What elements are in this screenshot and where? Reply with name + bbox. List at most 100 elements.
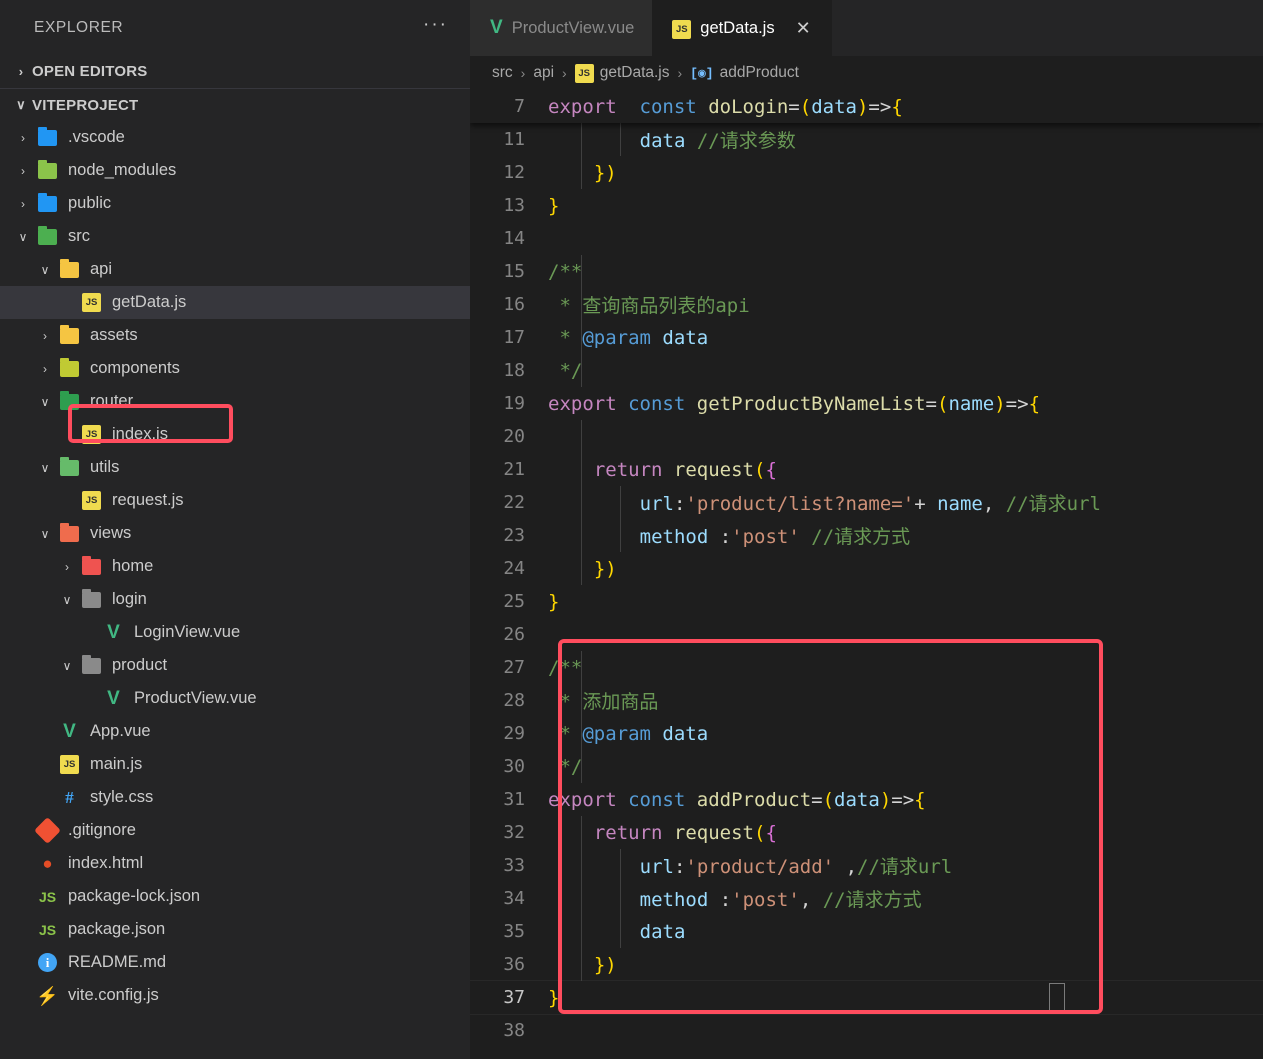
- tree-item-api[interactable]: ∨ api: [0, 253, 470, 286]
- bracket-match-highlight: [1049, 983, 1065, 1012]
- tree-item-package-lock-json[interactable]: JS package-lock.json: [0, 880, 470, 913]
- code-line[interactable]: 22 url:'product/list?name='+ name, //请求u…: [470, 486, 1263, 519]
- code-line[interactable]: 14: [470, 222, 1263, 255]
- code-line[interactable]: 26: [470, 618, 1263, 651]
- tree-item-label: package.json: [68, 920, 166, 938]
- breadcrumb-item-addproduct[interactable]: [◉] addProduct: [690, 64, 799, 82]
- code-line[interactable]: 29 * @param data: [470, 717, 1263, 750]
- code-line[interactable]: 19 export const getProductByNameList=(nam…: [470, 387, 1263, 420]
- sidebar-section-open-editors[interactable]: › OPEN EDITORS: [0, 55, 470, 88]
- chevron-right-icon[interactable]: ›: [12, 197, 34, 211]
- tree-item-readme-md[interactable]: i README.md: [0, 946, 470, 979]
- tree-item-label: App.vue: [90, 722, 151, 740]
- tree-item-components[interactable]: › components: [0, 352, 470, 385]
- tree-item-style-css[interactable]: # style.css: [0, 781, 470, 814]
- tree-item-src[interactable]: ∨ src: [0, 220, 470, 253]
- breadcrumb-label: addProduct: [719, 64, 799, 81]
- breadcrumb-item-getdata-js[interactable]: JS getData.js: [574, 63, 670, 83]
- chevron-down-icon[interactable]: ∨: [34, 395, 56, 409]
- tree-item-assets[interactable]: › assets: [0, 319, 470, 352]
- code-text: data: [639, 920, 686, 943]
- folder-src-icon: [34, 225, 61, 245]
- chevron-down-icon[interactable]: ∨: [12, 230, 34, 244]
- indent-guide: [581, 651, 582, 783]
- json-file-icon: JS: [38, 921, 57, 938]
- tree-item--gitignore[interactable]: .gitignore: [0, 814, 470, 847]
- code-text: */: [559, 359, 583, 382]
- code-line[interactable]: 12 }): [470, 156, 1263, 189]
- code-line[interactable]: 16 * 查询商品列表的api: [470, 288, 1263, 321]
- code-line[interactable]: 18 */: [470, 354, 1263, 387]
- code-line[interactable]: 31 export const addProduct=(data)=>{: [470, 783, 1263, 816]
- tree-item-views[interactable]: ∨ views: [0, 517, 470, 550]
- chevron-down-icon[interactable]: ∨: [34, 263, 56, 277]
- tree-item-label: components: [90, 359, 180, 377]
- tree-item-label: api: [90, 260, 113, 278]
- tree-item-router[interactable]: ∨ router: [0, 385, 470, 418]
- line-number: 22: [503, 492, 525, 513]
- more-actions-icon[interactable]: ···: [419, 15, 452, 40]
- chevron-right-icon[interactable]: ›: [56, 560, 78, 574]
- code-line[interactable]: 25}: [470, 585, 1263, 618]
- breadcrumb-label: src: [492, 64, 513, 81]
- code-line[interactable]: 27 /**: [470, 651, 1263, 684]
- chevron-down-icon[interactable]: ∨: [34, 461, 56, 475]
- code-line[interactable]: 17 * @param data: [470, 321, 1263, 354]
- chevron-down-icon[interactable]: ∨: [56, 659, 78, 673]
- tree-item-public[interactable]: › public: [0, 187, 470, 220]
- code-line[interactable]: 24 }): [470, 552, 1263, 585]
- tree-item-label: assets: [90, 326, 138, 344]
- sidebar-section-viteproject[interactable]: ∨ VITEPROJECT: [0, 88, 470, 121]
- line-number: 11: [503, 129, 525, 150]
- tree-item--vscode[interactable]: › .vscode: [0, 121, 470, 154]
- js-file-icon: JS: [574, 63, 594, 83]
- chevron-right-icon[interactable]: ›: [12, 164, 34, 178]
- tree-item-label: public: [68, 194, 112, 212]
- code-line[interactable]: 37}: [470, 980, 1263, 1015]
- code-line[interactable]: 35 data: [470, 915, 1263, 948]
- code-line[interactable]: 20: [470, 420, 1263, 453]
- code-line[interactable]: 30 */: [470, 750, 1263, 783]
- breadcrumb-item-src[interactable]: src: [492, 64, 513, 82]
- code-line[interactable]: 33 url:'product/add' ,//请求url: [470, 849, 1263, 882]
- tree-item-home[interactable]: › home: [0, 550, 470, 583]
- line-number: 15: [503, 261, 525, 282]
- code-line[interactable]: 36 }): [470, 948, 1263, 981]
- tree-item-package-json[interactable]: JS package.json: [0, 913, 470, 946]
- code-line[interactable]: 21 return request({: [470, 453, 1263, 486]
- chevron-down-icon[interactable]: ∨: [56, 593, 78, 607]
- code-line[interactable]: 11 data //请求参数: [470, 123, 1263, 156]
- code-line[interactable]: 38: [470, 1014, 1263, 1047]
- close-icon[interactable]: ✕: [793, 17, 814, 39]
- tree-item-getdata-js[interactable]: JS getData.js: [0, 286, 470, 319]
- code-text: }: [548, 194, 560, 217]
- tree-item-utils[interactable]: ∨ utils: [0, 451, 470, 484]
- tree-item-node-modules[interactable]: › node_modules: [0, 154, 470, 187]
- code-line[interactable]: 23 method :'post' //请求方式: [470, 519, 1263, 552]
- tree-item-vite-config-js[interactable]: ⚡ vite.config.js: [0, 979, 470, 1012]
- tree-item-productview-vue[interactable]: V ProductView.vue: [0, 682, 470, 715]
- chevron-down-icon[interactable]: ∨: [34, 527, 56, 541]
- tab-productview-vue[interactable]: V ProductView.vue: [470, 0, 653, 56]
- chevron-right-icon[interactable]: ›: [34, 362, 56, 376]
- code-line[interactable]: 32 return request({: [470, 816, 1263, 849]
- tree-item-request-js[interactable]: JS request.js: [0, 484, 470, 517]
- code-line[interactable]: 34 method :'post', //请求方式: [470, 882, 1263, 915]
- tab-getdata-js[interactable]: JS getData.js ✕: [652, 0, 832, 56]
- tree-item-login[interactable]: ∨ login: [0, 583, 470, 616]
- code-line[interactable]: 28 * 添加商品: [470, 684, 1263, 717]
- code-line[interactable]: 15 /**: [470, 255, 1263, 288]
- tree-item-main-js[interactable]: JS main.js: [0, 748, 470, 781]
- code-editor[interactable]: 7 export const doLogin=(data)=>{11 data /…: [470, 90, 1263, 1059]
- code-line[interactable]: 13}: [470, 189, 1263, 222]
- tree-item-index-html[interactable]: ● index.html: [0, 847, 470, 880]
- code-text: * @param data: [548, 722, 709, 745]
- tree-item-app-vue[interactable]: V App.vue: [0, 715, 470, 748]
- tree-item-index-js[interactable]: JS index.js: [0, 418, 470, 451]
- breadcrumb-item-api[interactable]: api: [533, 64, 554, 82]
- chevron-right-icon[interactable]: ›: [12, 131, 34, 145]
- tree-item-label: .vscode: [68, 128, 125, 146]
- tree-item-loginview-vue[interactable]: V LoginView.vue: [0, 616, 470, 649]
- tree-item-product[interactable]: ∨ product: [0, 649, 470, 682]
- chevron-right-icon[interactable]: ›: [34, 329, 56, 343]
